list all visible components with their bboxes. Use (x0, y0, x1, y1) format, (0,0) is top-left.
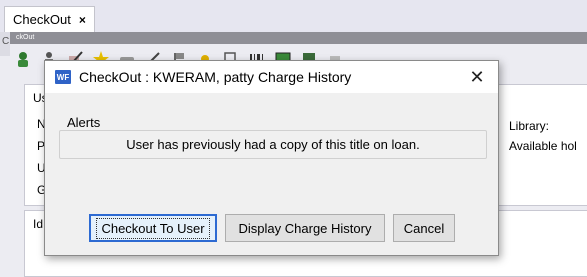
library-label: Library: (509, 119, 550, 133)
tab-checkout[interactable]: CheckOut × (4, 6, 95, 32)
cancel-label: Cancel (403, 220, 445, 236)
caption-strip-text: ckOut (16, 34, 35, 41)
dialog-titlebar: WF CheckOut : KWERAM, patty Charge Histo… (45, 61, 498, 93)
id-label: Id (33, 217, 44, 231)
tab-label: CheckOut (13, 12, 71, 27)
dialog-title: CheckOut : KWERAM, patty Charge History (79, 69, 352, 85)
tab-close-icon[interactable]: × (79, 13, 86, 27)
app-icon: WF (55, 70, 71, 84)
checkout-to-user-label: Checkout To User (96, 217, 210, 239)
display-charge-history-label: Display Charge History (238, 220, 372, 236)
alerts-message: User has previously had a copy of this t… (126, 137, 420, 152)
tab-bar: CheckOut × (0, 0, 587, 33)
strip-edge: C (0, 32, 10, 56)
checkout-to-user-button[interactable]: Checkout To User (89, 214, 217, 242)
charge-history-dialog: WF CheckOut : KWERAM, patty Charge Histo… (44, 60, 499, 256)
available-holds-label: Available hol (509, 139, 577, 153)
caption-strip: ckOut (10, 32, 587, 44)
close-icon[interactable]: ✕ (466, 66, 488, 88)
strip-edge-text: C (2, 36, 10, 47)
person-icon[interactable] (14, 50, 32, 68)
alerts-group: User has previously had a copy of this t… (59, 130, 487, 159)
cancel-button[interactable]: Cancel (393, 214, 455, 242)
alerts-legend: Alerts (65, 115, 103, 130)
display-charge-history-button[interactable]: Display Charge History (225, 214, 385, 242)
